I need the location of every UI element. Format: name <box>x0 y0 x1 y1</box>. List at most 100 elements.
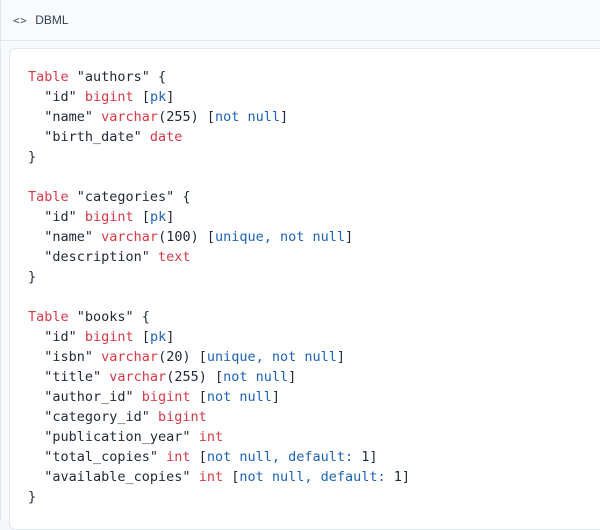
code-token: varchar <box>101 229 159 245</box>
code-token: Table <box>28 189 69 205</box>
code-token: ] <box>271 389 281 405</box>
code-line: "birth_date" date <box>28 127 600 147</box>
code-line: "id" bigint [pk] <box>28 87 600 107</box>
code-token: [ <box>133 209 150 225</box>
code-token: ) [ <box>182 349 207 365</box>
code-icon: <> <box>13 13 28 27</box>
code-line: "id" bigint [pk] <box>28 327 600 347</box>
code-token: ] <box>345 229 354 245</box>
code-token: ] <box>401 469 411 485</box>
code-token: ] <box>166 209 175 225</box>
code-token: ) [ <box>198 369 224 385</box>
code-token: ] <box>166 89 175 105</box>
code-token: "category_id" <box>28 409 159 425</box>
code-token: [ <box>190 389 207 405</box>
code-token: "description" <box>28 249 159 265</box>
code-token: bigint <box>158 409 207 425</box>
code-token: int <box>198 469 224 485</box>
code-token: not null <box>206 389 272 405</box>
code-token: ( <box>158 349 167 365</box>
code-token: "name" <box>28 229 102 245</box>
code-token: varchar <box>101 349 159 365</box>
code-line: "description" text <box>28 247 600 267</box>
code-token: pk <box>149 209 167 225</box>
code-token: pk <box>149 89 167 105</box>
language-label: DBML <box>35 13 69 27</box>
code-token: ] <box>280 109 289 125</box>
code-token: 100 <box>166 229 191 245</box>
code-token: ] <box>288 369 297 385</box>
code-token: "name" <box>28 109 102 125</box>
code-token: "id" <box>28 329 85 345</box>
code-token: not null, default: <box>206 449 362 465</box>
code-panel: <> DBML Table "authors" { "id" bigint [p… <box>0 0 600 530</box>
code-token: ( <box>158 229 167 245</box>
code-token: 255 <box>166 109 191 125</box>
code-token: unique, not null <box>206 349 337 365</box>
code-token: ] <box>166 329 175 345</box>
code-line: "total_copies" int [not null, default: 1… <box>28 447 600 467</box>
code-line: } <box>28 487 600 507</box>
code-line: "id" bigint [pk] <box>28 207 600 227</box>
code-line: Table "authors" { <box>28 67 600 87</box>
code-token: "title" <box>28 369 110 385</box>
code-token: "total_copies" <box>28 449 167 465</box>
code-token: varchar <box>101 109 159 125</box>
code-line: Table "books" { <box>28 307 600 327</box>
code-token: "isbn" <box>28 349 102 365</box>
code-token: bigint <box>141 389 191 405</box>
code-line: "category_id" bigint <box>28 407 600 427</box>
code-token: "categories" { <box>68 189 191 205</box>
code-token: [ <box>223 469 240 485</box>
code-line: "isbn" varchar(20) [unique, not null] <box>28 347 600 367</box>
code-line: "available_copies" int [not null, defaul… <box>28 467 600 487</box>
code-token: } <box>28 149 37 165</box>
code-line: "author_id" bigint [not null] <box>28 387 600 407</box>
code-block[interactable]: Table "authors" { "id" bigint [pk] "name… <box>9 48 600 530</box>
code-token: [ <box>133 89 150 105</box>
code-token: text <box>158 249 191 265</box>
code-token: "available_copies" <box>28 469 199 485</box>
code-token: bigint <box>84 209 134 225</box>
code-token: "authors" { <box>68 69 167 85</box>
code-header: <> DBML <box>1 0 600 41</box>
code-token: bigint <box>84 329 134 345</box>
code-token: "publication_year" <box>28 429 199 445</box>
code-line: "name" varchar(100) [unique, not null] <box>28 227 600 247</box>
code-token: ] <box>369 449 378 465</box>
code-line: "title" varchar(255) [not null] <box>28 367 600 387</box>
code-token: not null <box>214 109 281 125</box>
code-token: "author_id" <box>28 389 142 405</box>
code-token: date <box>149 129 183 145</box>
code-token: 255 <box>174 369 199 385</box>
code-token: pk <box>149 329 167 345</box>
code-token: unique, not null <box>214 229 346 245</box>
code-token: "birth_date" <box>28 129 150 145</box>
code-token: ( <box>158 109 167 125</box>
code-token: 1 <box>393 469 402 485</box>
code-token: [ <box>133 329 150 345</box>
code-token: int <box>166 449 191 465</box>
code-content[interactable]: Table "authors" { "id" bigint [pk] "name… <box>10 49 600 507</box>
code-token: int <box>198 429 224 445</box>
code-token: ) [ <box>190 229 215 245</box>
code-token: } <box>28 489 37 505</box>
code-token: not null, default: <box>239 469 394 485</box>
code-token: bigint <box>84 89 134 105</box>
code-token: ) [ <box>190 109 215 125</box>
code-line: } <box>28 267 600 287</box>
code-token: varchar <box>109 369 167 385</box>
code-line: "publication_year" int <box>28 427 600 447</box>
code-line: "name" varchar(255) [not null] <box>28 107 600 127</box>
code-token: "books" { <box>68 309 150 325</box>
code-token: not null <box>223 369 289 385</box>
code-token: Table <box>28 309 69 325</box>
code-token: "id" <box>28 209 85 225</box>
code-token: } <box>28 269 37 285</box>
code-token: Table <box>28 69 69 85</box>
code-token: ] <box>336 349 346 365</box>
code-token: "id" <box>28 89 85 105</box>
code-token: [ <box>190 449 207 465</box>
